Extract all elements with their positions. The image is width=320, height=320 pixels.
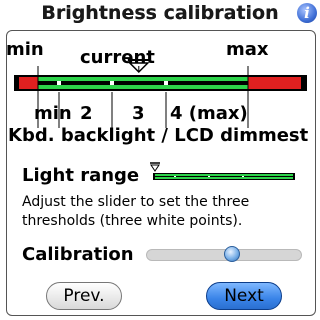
light-range-label: Light range — [22, 165, 140, 186]
bar-red-right — [248, 77, 301, 89]
info-icon[interactable]: i — [297, 3, 317, 23]
level-label-4-max: 4 (max) — [170, 103, 248, 124]
instructions-text: Adjust the slider to set the three thres… — [22, 194, 250, 229]
level-label-3: 3 — [132, 103, 145, 124]
prev-button[interactable]: Prev. — [46, 282, 122, 310]
max-label: max — [226, 39, 269, 60]
light-range-indicator — [150, 162, 295, 180]
threshold-point-2 — [110, 81, 114, 85]
window-title: Brightness calibration — [41, 2, 279, 24]
bar-red-left — [19, 77, 38, 89]
level-label-min: min — [34, 103, 72, 124]
threshold-point-1 — [57, 81, 61, 85]
bar-core — [38, 81, 248, 85]
title-bar: Brightness calibration i — [0, 0, 320, 27]
threshold-point-3 — [164, 81, 168, 85]
min-label: min — [6, 39, 44, 60]
next-button[interactable]: Next — [206, 282, 282, 310]
calibration-label: Calibration — [22, 244, 134, 265]
diagram-caption: Kbd. backlight / LCD dimmest — [8, 125, 309, 146]
brightness-diagram: min current max min 2 3 4 (max) Kbd. bac… — [0, 30, 320, 155]
current-label: current — [80, 47, 155, 68]
level-label-2: 2 — [80, 103, 93, 124]
